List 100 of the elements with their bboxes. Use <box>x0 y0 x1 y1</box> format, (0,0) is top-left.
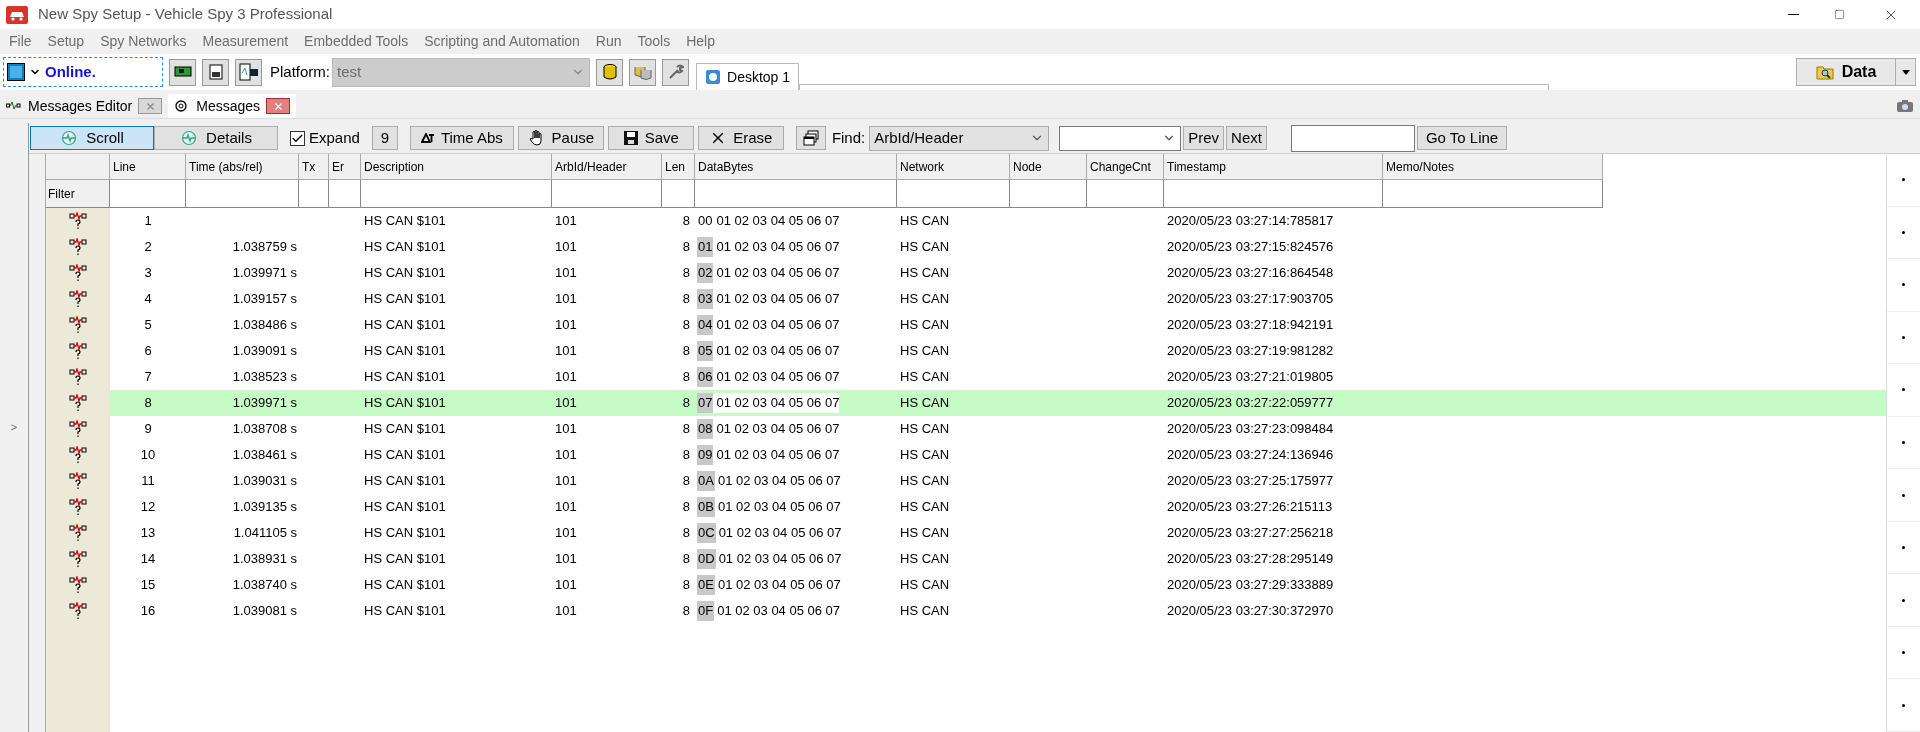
menu-item[interactable]: Scripting and Automation <box>416 31 588 52</box>
document-tab[interactable]: Messages <box>168 94 297 118</box>
network-cell-text: HS CAN <box>899 316 951 335</box>
toolbar-button[interactable]: 9 <box>371 126 398 150</box>
data-bytes-cell-text: 01 02 03 04 05 06 07 <box>715 316 840 335</box>
close-tab-icon[interactable] <box>138 98 163 114</box>
menu-item[interactable]: Setup <box>39 31 93 52</box>
length-cell-text: 8 <box>681 576 691 595</box>
filter-field[interactable] <box>662 180 695 208</box>
description-cell-text: HS CAN $101 <box>363 238 447 257</box>
databases-button[interactable] <box>629 58 656 86</box>
menu-item[interactable]: Measurement <box>194 31 297 52</box>
camera-icon[interactable] <box>1896 99 1914 113</box>
menu-item[interactable]: Run <box>587 31 630 52</box>
filter-field[interactable] <box>299 180 329 208</box>
arbid-cell-text: 101 <box>554 524 578 543</box>
toolbar-button[interactable]: Erase <box>697 126 784 150</box>
column-header[interactable]: ChangeCnt <box>1087 154 1164 180</box>
hardware-button[interactable] <box>169 58 196 86</box>
network-button[interactable] <box>235 58 262 86</box>
menu-item[interactable]: Help <box>678 31 723 52</box>
toolbar-button[interactable]: Time Abs <box>409 126 514 150</box>
unknown-message-icon <box>69 576 87 594</box>
column-header[interactable]: Memo/Notes <box>1383 154 1603 180</box>
menu-item[interactable]: Spy Networks <box>92 31 195 52</box>
next-button[interactable]: Next <box>1226 126 1267 150</box>
find-field-select[interactable]: ArbId/Header <box>869 125 1050 151</box>
time-cell-text: 1.039091 s <box>232 342 297 361</box>
filter-field[interactable] <box>1164 180 1383 208</box>
description-cell-text: HS CAN $101 <box>363 498 447 517</box>
filter-field[interactable] <box>695 180 897 208</box>
unknown-message-icon <box>69 472 87 490</box>
column-header[interactable]: Len <box>662 154 695 180</box>
unknown-message-icon <box>69 264 87 282</box>
find-value-combobox[interactable] <box>1059 125 1182 151</box>
filter-field[interactable] <box>361 180 552 208</box>
column-header[interactable]: Line <box>110 154 186 180</box>
length-cell-text: 8 <box>681 472 691 491</box>
data-bytes-cell-text: 01 02 03 04 05 06 07 <box>715 290 840 309</box>
filter-field[interactable] <box>897 180 1010 208</box>
scroll-button[interactable]: Scroll <box>30 126 154 150</box>
column-header[interactable]: Er <box>329 154 361 180</box>
description-cell-text: HS CAN $101 <box>363 368 447 387</box>
prev-button[interactable]: Prev <box>1183 126 1225 150</box>
filter-field[interactable] <box>110 180 186 208</box>
close-tab-icon[interactable] <box>266 98 291 114</box>
menu-item[interactable]: Embedded Tools <box>296 31 417 52</box>
menu-item[interactable]: Tools <box>629 31 679 52</box>
toolbar-button[interactable]: Pause <box>517 126 604 150</box>
filter-field[interactable] <box>1383 180 1603 208</box>
filter-field[interactable] <box>1010 180 1087 208</box>
network-cell-text: HS CAN <box>899 394 951 413</box>
data-dropdown-button[interactable] <box>1896 58 1916 86</box>
toolbar-button[interactable]: Save <box>607 126 694 150</box>
signal-icon <box>6 100 22 112</box>
column-header[interactable]: Tx <box>299 154 329 180</box>
data-bytes-cell-text: 01 02 03 04 05 06 07 <box>717 524 842 543</box>
data-button[interactable]: Data <box>1796 58 1896 86</box>
arbid-cell-text: 101 <box>554 238 578 257</box>
message-row[interactable]: 8 1.039971 s HS CAN $101 101 8 07 01 02 03 04 05 06 07 HS CAN 2020/05/23 03:27:22:059777 <box>110 390 1886 416</box>
filter-field[interactable] <box>186 180 299 208</box>
device-button[interactable] <box>202 58 229 86</box>
menu-item[interactable]: File <box>1 31 40 52</box>
description-cell-text: HS CAN $101 <box>363 446 447 465</box>
expand-panel-toggle[interactable]: > <box>10 419 18 436</box>
expand-checkbox[interactable]: Expand <box>290 126 360 150</box>
tools-button[interactable] <box>662 58 689 86</box>
filter-field[interactable] <box>1087 180 1164 208</box>
column-header[interactable]: Node <box>1010 154 1087 180</box>
desktop-tab[interactable]: Desktop 1 <box>696 63 800 90</box>
column-header[interactable]: Timestamp <box>1164 154 1383 180</box>
time-cell-text: 1.039081 s <box>232 602 297 621</box>
changed-byte: 05 <box>697 341 714 361</box>
changed-byte: 0D <box>697 549 716 569</box>
filter-field[interactable] <box>329 180 361 208</box>
description-cell-text: HS CAN $101 <box>363 576 447 595</box>
toolbar-button[interactable] <box>795 126 826 150</box>
line-number-field[interactable] <box>1290 124 1415 152</box>
column-header[interactable]: Network <box>897 154 1010 180</box>
column-header[interactable]: ArbId/Header <box>552 154 662 180</box>
database-icon <box>602 64 617 80</box>
arbid-cell-text: 101 <box>554 342 578 361</box>
details-button[interactable]: Details <box>154 126 278 150</box>
connection-selector[interactable]: Online. <box>3 57 163 87</box>
databases-icon <box>633 64 652 80</box>
data-bytes-cell-text: 01 02 03 04 05 06 07 <box>716 498 841 517</box>
column-header[interactable]: Description <box>361 154 552 180</box>
column-header[interactable]: Time (abs/rel) <box>186 154 299 180</box>
timestamp-cell-text: 2020/05/23 03:27:15:824576 <box>1166 238 1335 257</box>
timestamp-cell-text: 2020/05/23 03:27:29:333889 <box>1166 576 1335 595</box>
length-cell-text: 8 <box>681 368 691 387</box>
data-bytes-cell-text: 01 02 03 04 05 06 07 <box>716 602 841 621</box>
data-bytes-cell-text: 01 02 03 04 05 06 07 <box>715 420 840 439</box>
column-header[interactable]: DataBytes <box>695 154 897 180</box>
arbid-cell-text: 101 <box>554 264 578 283</box>
go-to-line-button[interactable]: Go To Line <box>1416 126 1508 150</box>
connection-status: Online. <box>45 61 96 82</box>
timestamp-cell-text: 2020/05/23 03:27:14:785817 <box>1166 212 1335 231</box>
filter-field[interactable] <box>552 180 662 208</box>
database-button[interactable] <box>596 58 623 86</box>
